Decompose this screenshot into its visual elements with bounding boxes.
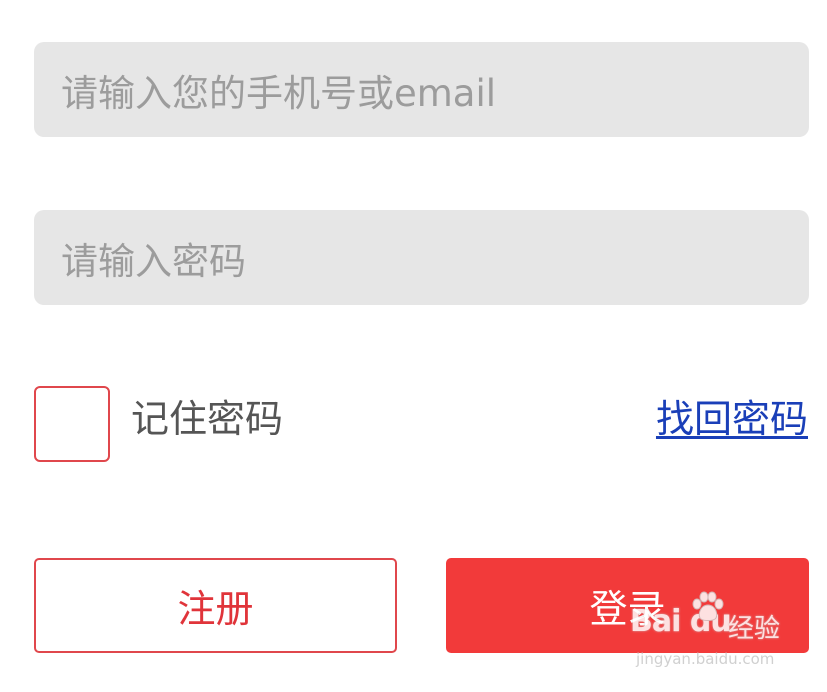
- register-button[interactable]: 注册: [34, 558, 397, 653]
- baidu-paw-icon: [692, 591, 724, 621]
- forgot-password-link[interactable]: 找回密码: [656, 395, 808, 443]
- password-placeholder: 请输入密码: [61, 239, 246, 283]
- watermark-url: jingyan.baidu.com: [636, 650, 775, 668]
- phone-email-input[interactable]: 请输入您的手机号或email: [34, 42, 809, 137]
- register-button-label: 注册: [177, 587, 254, 631]
- login-page: 请输入您的手机号或email 请输入密码 记住密码 找回密码 注册 登录 Bai…: [0, 0, 827, 692]
- phone-email-placeholder: 请输入您的手机号或email: [61, 71, 497, 115]
- remember-password-checkbox[interactable]: [34, 386, 110, 462]
- password-input[interactable]: 请输入密码: [34, 210, 809, 305]
- baidu-jingyan-watermark: Bai du 经验 jingyan.baidu.com: [630, 591, 810, 672]
- remember-password-label: 记住密码: [131, 397, 284, 441]
- watermark-suffix: 经验: [728, 614, 781, 644]
